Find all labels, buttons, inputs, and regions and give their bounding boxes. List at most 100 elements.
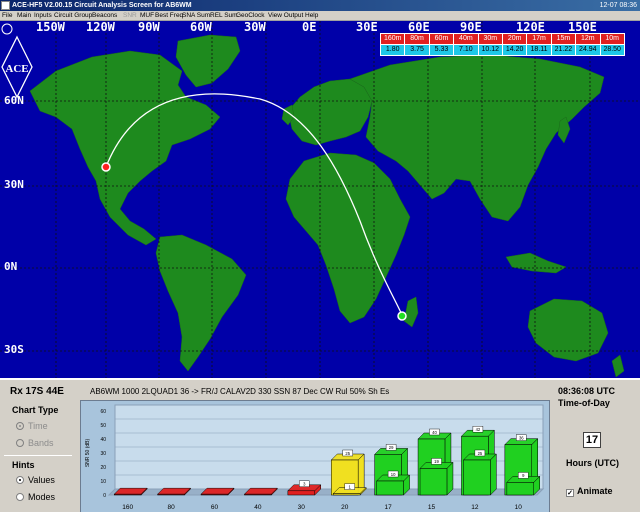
snr-chart: 0 10 20 30 40 50 60 SNR 50 (dB) 160 80 60 40 3 30 25 1 2… (80, 400, 550, 512)
muf-band-cell: 160m (379, 33, 406, 45)
snr-bar (244, 493, 272, 496)
y-tick-label: 40 (100, 437, 106, 443)
land-europe (287, 78, 373, 146)
y-tick-label: 0 (103, 493, 106, 499)
muf-value-row: 1.80 3.75 5.33 7.10 10.12 14.20 18.11 21.22 24.9… (379, 44, 625, 56)
menu-item-help[interactable]: Help (305, 11, 318, 21)
bar-inner-value-label: 10 (391, 472, 396, 477)
x-tick-label: 12 (471, 504, 479, 511)
y-axis-label: SNR 50 (dB) (85, 438, 91, 467)
animate-checkbox[interactable]: ✓ Animate (566, 486, 613, 497)
latitude-label: 30S (4, 343, 24, 356)
muf-value-cell: 18.11 (526, 44, 552, 56)
land-greenland (175, 34, 241, 88)
menu-item-best-freq[interactable]: Best Freq (155, 11, 183, 21)
hints-title: Hints (12, 460, 35, 470)
utc-time: 08:36:08 UTC (558, 386, 616, 396)
snr-bar (157, 493, 185, 496)
muf-value-cell: 7.10 (453, 44, 479, 56)
menu-item-snr[interactable]: SNR (123, 11, 137, 21)
menu-item-geoclock[interactable]: GeoClock (236, 11, 265, 21)
latitude-label: 30N (4, 178, 24, 191)
longitude-label: 90W (138, 21, 160, 34)
chart-type-bands-radio[interactable]: Bands (16, 438, 54, 448)
menu-item-circuit-group[interactable]: Circuit Group (54, 11, 92, 21)
muf-table: 160m 80m 60m 40m 30m 20m 17m 15m 12m 10m 1.80 3.75… (379, 33, 625, 56)
muf-value-cell: 10.12 (477, 44, 503, 56)
snr-bar-inner (463, 459, 491, 496)
muf-band-cell: 12m (575, 33, 601, 45)
longitude-label: 120W (86, 21, 115, 34)
snr-bar-inner (506, 482, 535, 496)
muf-band-cell: 30m (477, 33, 503, 45)
land-africa (285, 152, 411, 324)
menu-item-file[interactable]: File (2, 11, 12, 21)
land-indonesia (505, 252, 567, 274)
receiver-marker[interactable] (397, 311, 407, 321)
x-tick-label: 10 (515, 504, 523, 511)
hour-input[interactable]: 17 (583, 432, 601, 448)
snr-bar (113, 493, 142, 496)
map-graphic (0, 21, 640, 378)
menu-bar: File Main Inputs Circuit Group Beacons SNR MUF… (0, 11, 640, 21)
snr-bar-inner-side (490, 453, 497, 496)
x-tick-label: 17 (384, 504, 392, 511)
longitude-label: 30W (244, 21, 266, 34)
snr-bar (200, 493, 229, 496)
x-tick-label: 60 (211, 504, 219, 511)
muf-band-cell: 60m (428, 33, 455, 45)
menu-item-view-output[interactable]: View Output (268, 11, 303, 21)
bar-inner-value-label: 19 (434, 459, 439, 464)
x-tick-label: 40 (254, 504, 262, 511)
bar-value-label: 36 (519, 435, 524, 440)
muf-value-cell: 24.94 (575, 44, 601, 56)
menu-item-main[interactable]: Main (17, 11, 31, 21)
muf-value-cell: 3.75 (404, 44, 430, 56)
x-tick-label: 80 (167, 504, 175, 511)
muf-band-cell: 40m (453, 33, 479, 45)
y-tick-label: 20 (100, 465, 106, 471)
y-tick-label: 50 (100, 423, 106, 429)
menu-item-inputs[interactable]: Inputs (34, 11, 52, 21)
radio-icon (16, 476, 24, 484)
longitude-label: 30E (356, 21, 378, 34)
menu-item-rel-sum-[interactable]: REL Sum. (210, 11, 239, 21)
checkbox-icon: ✓ (566, 489, 574, 497)
window-title: ACE-HF5 V2.00.15 Circuit Analysis Screen… (12, 2, 192, 9)
path-info: AB6WM 1000 2LQUAD1 36 -> FR/J CALAV2D 33… (90, 387, 390, 396)
land-new-zealand (611, 354, 625, 378)
menu-item-sna-sum-[interactable]: SNA Sum. (182, 11, 212, 21)
chart-type-time-radio[interactable]: Time (16, 421, 48, 431)
snr-bar (287, 490, 316, 496)
snr-bar-inner (332, 493, 361, 496)
world-map[interactable]: 150W 120W 90W 60W 30W 0E 30E 60E 90E 120E 150E 60N… (0, 21, 640, 378)
muf-band-cell: 80m (404, 33, 430, 45)
land-australia (527, 298, 609, 362)
muf-value-cell: 1.80 (379, 44, 406, 56)
x-tick-label: 160 (122, 504, 133, 511)
transmitter-marker[interactable] (101, 162, 111, 172)
app-icon[interactable] (1, 1, 10, 10)
hours-label: Hours (UTC) (566, 458, 619, 468)
longitude-label: 60W (190, 21, 212, 34)
snr-bar-inner (376, 480, 404, 496)
hints-modes-radio[interactable]: Modes (16, 492, 55, 502)
y-tick-label: 10 (100, 479, 106, 485)
radio-icon (16, 439, 24, 447)
menu-item-muf[interactable]: MUF (140, 11, 154, 21)
app-window: ACE-HF5 V2.00.15 Circuit Analysis Screen… (0, 0, 640, 512)
bar-value-label: 40 (432, 430, 437, 435)
rx-location: Rx 17S 44E (10, 386, 64, 397)
muf-band-cell: 15m (550, 33, 577, 45)
bar-value-label: 42 (476, 427, 481, 432)
longitude-label: 0E (302, 21, 317, 34)
y-tick-label: 30 (100, 451, 106, 457)
x-tick-label: 20 (341, 504, 349, 511)
snr-chart-graphic: 0102030405060SNR 50 (dB)160 80 60 403302512… (85, 404, 545, 511)
x-tick-label: 15 (428, 504, 436, 511)
radio-icon (16, 493, 24, 501)
hints-values-radio[interactable]: Values (16, 475, 55, 485)
title-clock: 12-07 08:36 (599, 2, 637, 9)
menu-item-beacons[interactable]: Beacons (92, 11, 117, 21)
muf-value-cell: 28.50 (599, 44, 625, 56)
